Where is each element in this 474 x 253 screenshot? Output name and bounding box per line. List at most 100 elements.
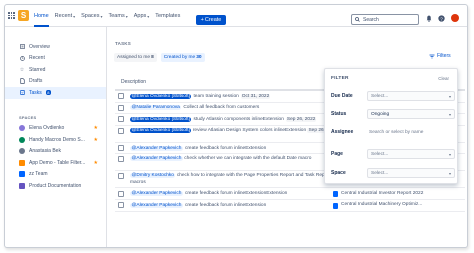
task-checkbox[interactable] xyxy=(118,104,124,111)
app-switcher-icon[interactable] xyxy=(8,12,15,19)
filters-button[interactable]: Filters xyxy=(429,53,451,59)
starred-icon[interactable]: ★ xyxy=(94,137,98,143)
page-title-text: Central Industrial Machinery Optimiz... xyxy=(341,202,423,208)
status-select[interactable]: Ongoing ▾ xyxy=(367,109,455,119)
filter-panel-title: FILTER xyxy=(331,76,349,81)
task-checkbox[interactable] xyxy=(118,156,124,163)
sidebar-item-label: Tasks xyxy=(29,89,42,96)
star-icon: ☆ xyxy=(19,66,25,73)
create-button[interactable]: + Create xyxy=(196,15,226,25)
user-mention[interactable]: @Alexander Papkevich xyxy=(130,145,183,151)
user-mention[interactable]: @Alexander Papkevich xyxy=(130,202,183,208)
user-mention[interactable]: @Dmitry Kostochko xyxy=(130,173,176,179)
help-icon[interactable]: ? xyxy=(438,14,445,22)
space-select[interactable]: Select... ▾ xyxy=(367,168,455,178)
due-date-select[interactable]: Select... ▾ xyxy=(367,91,455,101)
sidebar-item-drafts[interactable]: Drafts xyxy=(5,76,106,88)
user-mention[interactable]: @Elena Ovdienko [Stiltsoft] xyxy=(130,93,192,99)
chevron-down-icon: ▾ xyxy=(448,170,451,176)
starred-icon[interactable]: ★ xyxy=(94,160,98,166)
search-input[interactable]: Search xyxy=(351,14,419,25)
due-date: Oct 31, 2022 xyxy=(240,93,271,99)
nav-templates-label: Templates xyxy=(155,13,181,19)
sidebar-item-starred[interactable]: ☆ Starred xyxy=(5,64,106,76)
plus-icon: + xyxy=(200,17,204,23)
user-mention[interactable]: @Elena Ovdienko [Stiltsoft] xyxy=(130,127,192,133)
nav-home[interactable]: Home xyxy=(34,5,49,27)
table-row: @Alexander Papkevich create feedback for… xyxy=(115,200,465,212)
chevron-down-icon: ▾ xyxy=(448,111,451,117)
sidebar-item-overview[interactable]: Overview xyxy=(5,41,106,53)
sidebar-item-tasks[interactable]: Tasks 8 xyxy=(5,87,106,99)
space-logo xyxy=(19,159,25,166)
page-icon xyxy=(333,191,338,198)
chevron-down-icon: ▾ xyxy=(100,13,103,19)
user-mention[interactable]: @Alexander Papkevich xyxy=(130,156,183,162)
task-text: create feedback forum inlineExtension xyxy=(184,202,267,208)
task-text: Collect all feedback from customers xyxy=(183,105,260,111)
space-item-handy-macros[interactable]: Handy Macros Demo S... ★ xyxy=(5,134,106,146)
top-icons: ? xyxy=(425,14,459,22)
sidebar-item-recent[interactable]: Recent xyxy=(5,53,106,65)
clear-filters-button[interactable]: Clear xyxy=(438,76,449,81)
notifications-icon[interactable] xyxy=(425,15,432,22)
sidebar-item-label: Starred xyxy=(29,66,46,73)
nav-recent[interactable]: Recent ▾ xyxy=(55,5,75,27)
task-description: @Alexander Papkevich create feedback for… xyxy=(130,145,267,151)
space-item-anastasia[interactable]: Anastasia Bek xyxy=(5,146,106,158)
space-avatar xyxy=(19,148,25,155)
overview-icon xyxy=(19,44,25,50)
logo-letter: S xyxy=(20,11,27,20)
chevron-down-icon: ▾ xyxy=(448,151,451,157)
task-checkbox[interactable] xyxy=(118,173,124,180)
nav-spaces[interactable]: Spaces ▾ xyxy=(81,5,102,27)
space-label: Anastasia Bek xyxy=(29,148,61,155)
task-checkbox[interactable] xyxy=(118,145,124,152)
assignee-search-input[interactable]: Search or select by name xyxy=(367,130,423,135)
tab-created-by-me[interactable]: Created by me 30 xyxy=(160,53,205,62)
space-item-zz-team[interactable]: zz Team xyxy=(5,169,106,181)
filter-label: Space xyxy=(331,170,346,176)
user-mention[interactable]: @Alexander Papkevich xyxy=(130,191,183,197)
user-avatar[interactable] xyxy=(451,14,459,22)
filter-space: Space Select... ▾ xyxy=(331,168,455,178)
space-avatar xyxy=(19,125,25,132)
page-link[interactable]: Central Industrial Investor Report 2022 xyxy=(333,191,433,198)
task-checkbox[interactable] xyxy=(118,190,124,197)
space-item-product-docs[interactable]: Product Documentation xyxy=(5,180,106,192)
nav-teams[interactable]: Teams ▾ xyxy=(109,5,128,27)
task-description: @Elena Ovdienko [Stiltsoft] team trainin… xyxy=(130,93,271,99)
task-text: study Atlassin components inlineExtensio… xyxy=(193,116,284,122)
task-description: @Elena Ovdienko [Stiltsoft] study Atlass… xyxy=(130,116,317,122)
task-checkbox[interactable] xyxy=(118,202,124,209)
space-logo xyxy=(19,171,25,178)
space-logo xyxy=(19,182,25,189)
space-label: Elena Ovdienko xyxy=(29,125,65,132)
task-checkbox[interactable] xyxy=(118,127,124,134)
task-text: create feedback forum inlineExtension xyxy=(184,145,267,151)
space-item-elena[interactable]: Elena Ovdienko ★ xyxy=(5,123,106,135)
tab-assigned-to-me[interactable]: Assigned to me 8 xyxy=(114,53,157,62)
task-checkbox[interactable] xyxy=(118,116,124,123)
starred-icon[interactable]: ★ xyxy=(94,125,98,131)
user-mention[interactable]: @Natalie Paramonova xyxy=(130,105,182,111)
filter-due-date: Due Date Select... ▾ xyxy=(331,91,455,101)
task-description: @Natalie Paramonova Collect all feedback… xyxy=(130,105,260,111)
space-avatar xyxy=(19,136,25,143)
nav-apps[interactable]: Apps ▾ xyxy=(134,5,150,27)
space-item-app-demo[interactable]: App Demo - Table Filter... ★ xyxy=(5,157,106,169)
user-mention[interactable]: @Elena Ovdienko [Stiltsoft] xyxy=(130,116,192,122)
nav-recent-label: Recent xyxy=(54,13,73,19)
space-label: App Demo - Table Filter... xyxy=(29,159,86,166)
task-description: @Alexander Papkevich check whether we ca… xyxy=(130,156,340,163)
page-select[interactable]: Select... ▾ xyxy=(367,149,455,159)
task-checkbox[interactable] xyxy=(118,93,124,100)
confluence-logo[interactable]: S xyxy=(18,10,29,21)
select-value: Ongoing xyxy=(371,111,390,117)
task-description: @Alexander Papkevich create feedback for… xyxy=(130,191,287,197)
nav-templates[interactable]: Templates xyxy=(155,5,180,27)
column-description[interactable]: Description xyxy=(121,79,146,85)
nav-spaces-label: Spaces xyxy=(81,13,100,19)
page-link[interactable]: Central Industrial Machinery Optimiz... xyxy=(333,202,433,209)
task-text: check whether we can integrate with the … xyxy=(184,156,312,162)
